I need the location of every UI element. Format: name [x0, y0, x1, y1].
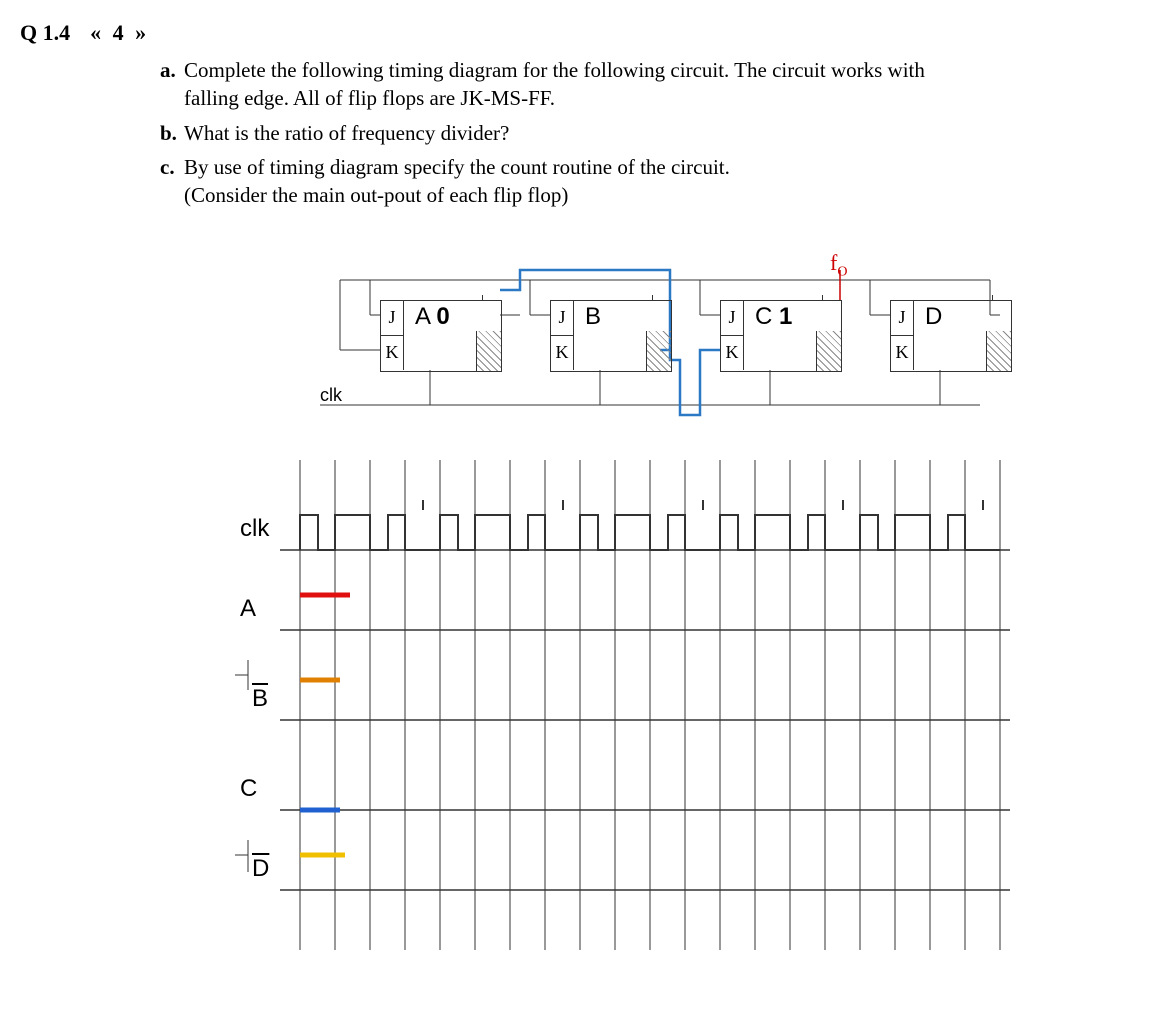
part-c-text: By use of timing diagram specify the cou… [184, 153, 730, 210]
part-b-label: b. [160, 119, 184, 147]
timing-label-c: C [240, 775, 257, 803]
timing-label-clk: clk [240, 515, 269, 543]
ff-d-output [986, 331, 1011, 371]
timing-label-d: D [252, 855, 269, 883]
ff-d-j: J [891, 301, 914, 336]
question-body: a. Complete the following timing diagram… [160, 56, 1144, 210]
flipflop-d: J K D [890, 300, 1012, 372]
ff-c-k: K [721, 335, 744, 370]
timing-svg [140, 460, 1040, 960]
ff-c-j: J [721, 301, 744, 336]
timing-diagram: clk A B C D [140, 460, 1040, 960]
part-a: a. Complete the following timing diagram… [160, 56, 1144, 113]
nav-next[interactable]: » [135, 20, 146, 45]
question-number: Q 1.4 [20, 20, 70, 46]
ff-a-label: A 0 [415, 303, 450, 331]
question-header: Q 1.4 « 4 » [20, 20, 1144, 46]
part-b: b. What is the ratio of frequency divide… [160, 119, 1144, 147]
timing-label-a: A [240, 595, 256, 623]
flipflop-a: J K A 0 [380, 300, 502, 372]
flipflop-c: J K C 1 [720, 300, 842, 372]
flipflop-b: J K B [550, 300, 672, 372]
ff-a-j: J [381, 301, 404, 336]
ff-d-k: K [891, 335, 914, 370]
ff-a-k: K [381, 335, 404, 370]
ff-b-k: K [551, 335, 574, 370]
timing-label-b: B [252, 685, 268, 713]
ff-d-label: D [925, 303, 942, 331]
ff-b-output [646, 331, 671, 371]
question-nav: « 4 » [90, 20, 146, 46]
ff-b-label: B [585, 303, 601, 331]
circuit-diagram: J K A 0 J K B J K C 1 J K D clk fO [200, 260, 1050, 440]
ff-a-output [476, 331, 501, 371]
clk-label: clk [320, 385, 342, 406]
ff-b-j: J [551, 301, 574, 336]
part-b-text: What is the ratio of frequency divider? [184, 119, 509, 147]
ff-c-label: C 1 [755, 303, 792, 331]
fo-label: fO [830, 250, 847, 280]
part-c: c. By use of timing diagram specify the … [160, 153, 1144, 210]
part-a-label: a. [160, 56, 184, 113]
part-c-label: c. [160, 153, 184, 210]
part-a-text: Complete the following timing diagram fo… [184, 56, 925, 113]
nav-prev[interactable]: « [90, 20, 101, 45]
nav-number: 4 [113, 20, 124, 45]
ff-c-output [816, 331, 841, 371]
clk-waveform [300, 515, 1000, 550]
